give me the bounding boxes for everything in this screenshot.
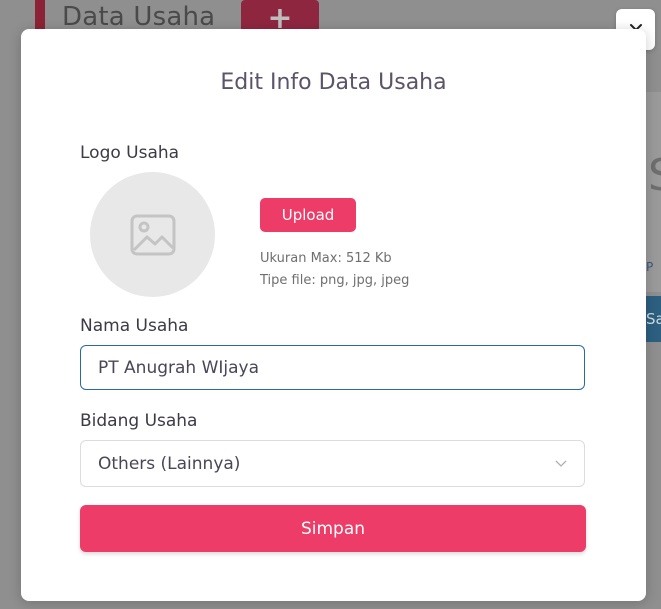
business-name-input[interactable] — [80, 345, 585, 390]
business-field-select[interactable]: Others (Lainnya) — [80, 440, 585, 487]
edit-info-modal: Edit Info Data Usaha Logo Usaha Upload U… — [21, 29, 646, 601]
background-right-button: Sa — [646, 296, 661, 342]
business-field-value: Others (Lainnya) — [98, 453, 241, 474]
chevron-down-icon — [555, 460, 567, 467]
image-icon — [130, 214, 175, 255]
business-name-label: Nama Usaha — [80, 316, 189, 336]
logo-label: Logo Usaha — [80, 143, 180, 163]
save-button[interactable]: Simpan — [80, 505, 586, 552]
background-page-title: Data Usaha — [62, 2, 216, 32]
logo-placeholder — [90, 172, 215, 297]
background-right-glyph: S — [648, 150, 661, 201]
upload-button[interactable]: Upload — [260, 198, 356, 232]
file-type-hint: Tipe file: png, jpg, jpeg — [260, 273, 410, 288]
max-size-hint: Ukuran Max: 512 Kb — [260, 251, 392, 266]
business-field-label: Bidang Usaha — [80, 411, 198, 431]
background-right-text: P — [646, 260, 654, 274]
modal-title: Edit Info Data Usaha — [220, 70, 447, 95]
